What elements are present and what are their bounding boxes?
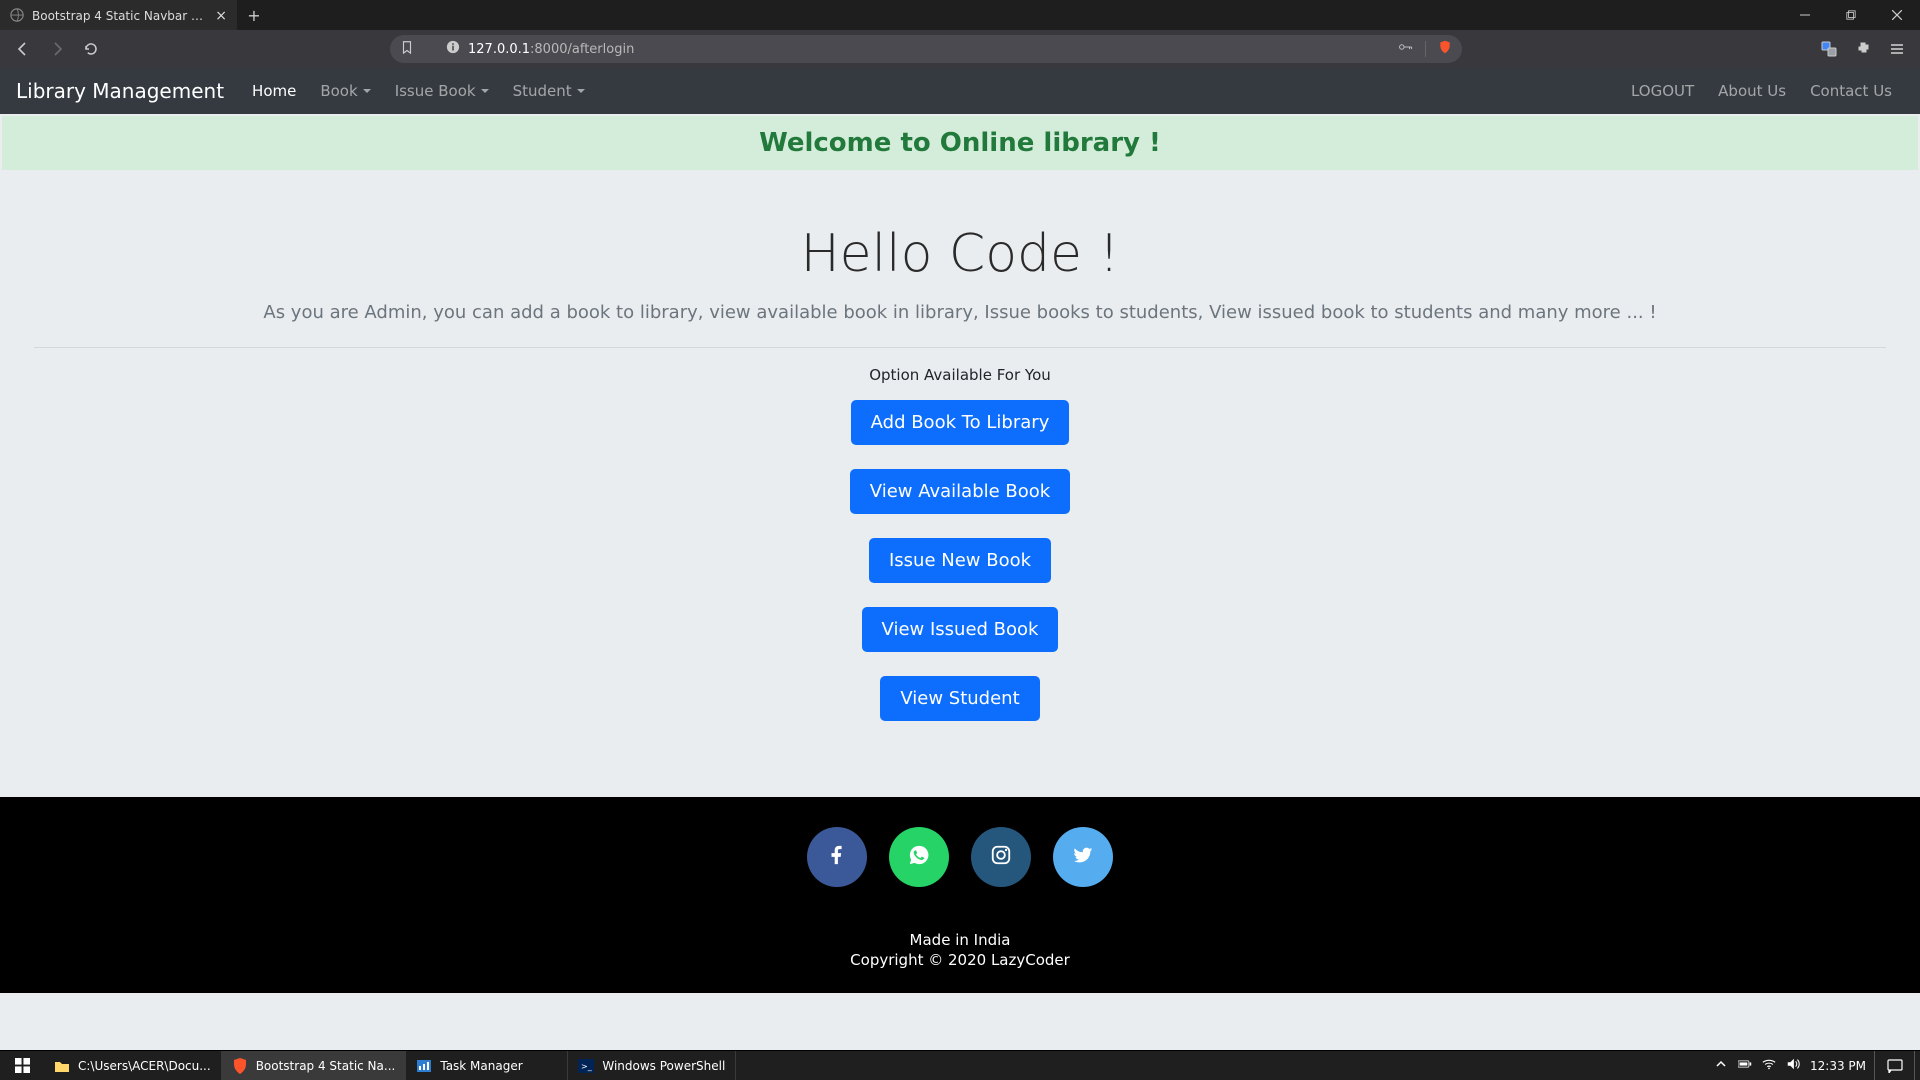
chevron-down-icon: [577, 89, 585, 97]
instagram-icon: [990, 844, 1012, 870]
svg-text:>_: >_: [581, 1062, 593, 1071]
footer-copyright: Copyright © 2020 LazyCoder: [0, 951, 1920, 969]
task-icon: [416, 1058, 432, 1074]
taskbar-task[interactable]: Task Manager: [406, 1051, 568, 1080]
issue-new-book-button[interactable]: Issue New Book: [869, 538, 1051, 583]
options-label: Option Available For You: [34, 366, 1886, 384]
browser-toolbar: 127.0.0.1:8000/afterlogin: [0, 30, 1920, 68]
tray-chevron-up-icon[interactable]: [1714, 1057, 1728, 1074]
facebook-icon: [826, 844, 848, 870]
tab-title: Bootstrap 4 Static Navbar with Dro: [32, 9, 207, 23]
tray-volume-icon[interactable]: [1786, 1057, 1800, 1074]
brand[interactable]: Library Management: [16, 79, 224, 103]
instagram-link[interactable]: [971, 827, 1031, 887]
divider: [34, 347, 1886, 348]
taskbar-task[interactable]: C:\Users\ACER\Docu...: [44, 1051, 222, 1080]
tab-close-icon[interactable]: ×: [215, 8, 227, 24]
chevron-down-icon: [481, 89, 489, 97]
tray-wifi-icon[interactable]: [1762, 1057, 1776, 1074]
main-content: Hello Code ! As you are Admin, you can a…: [0, 172, 1920, 755]
new-tab-button[interactable]: +: [237, 0, 271, 30]
system-tray[interactable]: 12:33 PM: [1706, 1051, 1874, 1080]
nav-about-us[interactable]: About Us: [1706, 68, 1798, 114]
nav-contact-us[interactable]: Contact Us: [1798, 68, 1904, 114]
footer: Made in India Copyright © 2020 LazyCoder: [0, 797, 1920, 993]
tray-battery-icon[interactable]: [1738, 1057, 1752, 1074]
browser-titlebar: Bootstrap 4 Static Navbar with Dro × +: [0, 0, 1920, 30]
nav-logout[interactable]: LOGOUT: [1619, 68, 1706, 114]
password-key-icon[interactable]: [1399, 40, 1413, 58]
nav-issue-book[interactable]: Issue Book: [383, 68, 501, 114]
footer-made-in: Made in India: [0, 931, 1920, 949]
whatsapp-link[interactable]: [889, 827, 949, 887]
view-available-book-button[interactable]: View Available Book: [850, 469, 1070, 514]
bookmark-icon[interactable]: [400, 40, 414, 58]
browser-menu-icon[interactable]: [1882, 34, 1912, 64]
ps-icon: >_: [578, 1058, 594, 1074]
translate-icon[interactable]: [1814, 34, 1844, 64]
chevron-down-icon: [363, 89, 371, 97]
extensions-icon[interactable]: [1848, 34, 1878, 64]
taskbar-task-label: Task Manager: [440, 1059, 522, 1073]
forward-button[interactable]: [42, 34, 72, 64]
windows-taskbar: C:\Users\ACER\Docu... Bootstrap 4 Static …: [0, 1050, 1920, 1080]
folder-icon: [54, 1058, 70, 1074]
url-text: 127.0.0.1:8000/afterlogin: [468, 42, 634, 57]
page-viewport: Library Management Home Book Issue Book Stu…: [0, 68, 1920, 1050]
nav-label: Book: [320, 82, 357, 100]
hero-title: Welcome to Online library !: [759, 128, 1161, 158]
nav-label: Issue Book: [395, 82, 476, 100]
site-info-icon[interactable]: [446, 40, 460, 58]
brave-shields-icon[interactable]: [1438, 40, 1452, 58]
show-desktop-button[interactable]: [1914, 1051, 1920, 1080]
close-window-button[interactable]: [1874, 0, 1920, 30]
address-bar[interactable]: 127.0.0.1:8000/afterlogin: [390, 35, 1462, 63]
nav-home[interactable]: Home: [240, 68, 308, 114]
tab-favicon-icon: [10, 8, 24, 25]
taskbar-task[interactable]: >_ Windows PowerShell: [568, 1051, 736, 1080]
nav-book[interactable]: Book: [308, 68, 382, 114]
start-button[interactable]: [0, 1051, 44, 1080]
minimize-button[interactable]: [1782, 0, 1828, 30]
nav-label: Student: [513, 82, 572, 100]
maximize-button[interactable]: [1828, 0, 1874, 30]
browser-tab[interactable]: Bootstrap 4 Static Navbar with Dro ×: [0, 0, 237, 30]
back-button[interactable]: [8, 34, 38, 64]
app-navbar: Library Management Home Book Issue Book Stu…: [0, 68, 1920, 114]
nav-student[interactable]: Student: [501, 68, 597, 114]
hero-banner: Welcome to Online library !: [2, 116, 1918, 170]
whatsapp-icon: [908, 844, 930, 870]
brave-icon: [232, 1058, 248, 1074]
taskbar-task-label: C:\Users\ACER\Docu...: [78, 1059, 211, 1073]
nav-label: Home: [252, 82, 296, 100]
lead-text: As you are Admin, you can add a book to …: [34, 302, 1886, 323]
view-student-button[interactable]: View Student: [880, 676, 1039, 721]
taskbar-task[interactable]: Bootstrap 4 Static Na...: [222, 1051, 407, 1080]
twitter-icon: [1072, 844, 1094, 870]
tray-clock[interactable]: 12:33 PM: [1810, 1059, 1866, 1073]
reload-button[interactable]: [76, 34, 106, 64]
page-heading: Hello Code !: [34, 224, 1886, 284]
taskbar-task-label: Windows PowerShell: [602, 1059, 725, 1073]
facebook-link[interactable]: [807, 827, 867, 887]
add-book-to-library-button[interactable]: Add Book To Library: [851, 400, 1070, 445]
twitter-link[interactable]: [1053, 827, 1113, 887]
taskbar-task-label: Bootstrap 4 Static Na...: [256, 1059, 396, 1073]
notifications-button[interactable]: [1874, 1051, 1914, 1080]
view-issued-book-button[interactable]: View Issued Book: [862, 607, 1059, 652]
